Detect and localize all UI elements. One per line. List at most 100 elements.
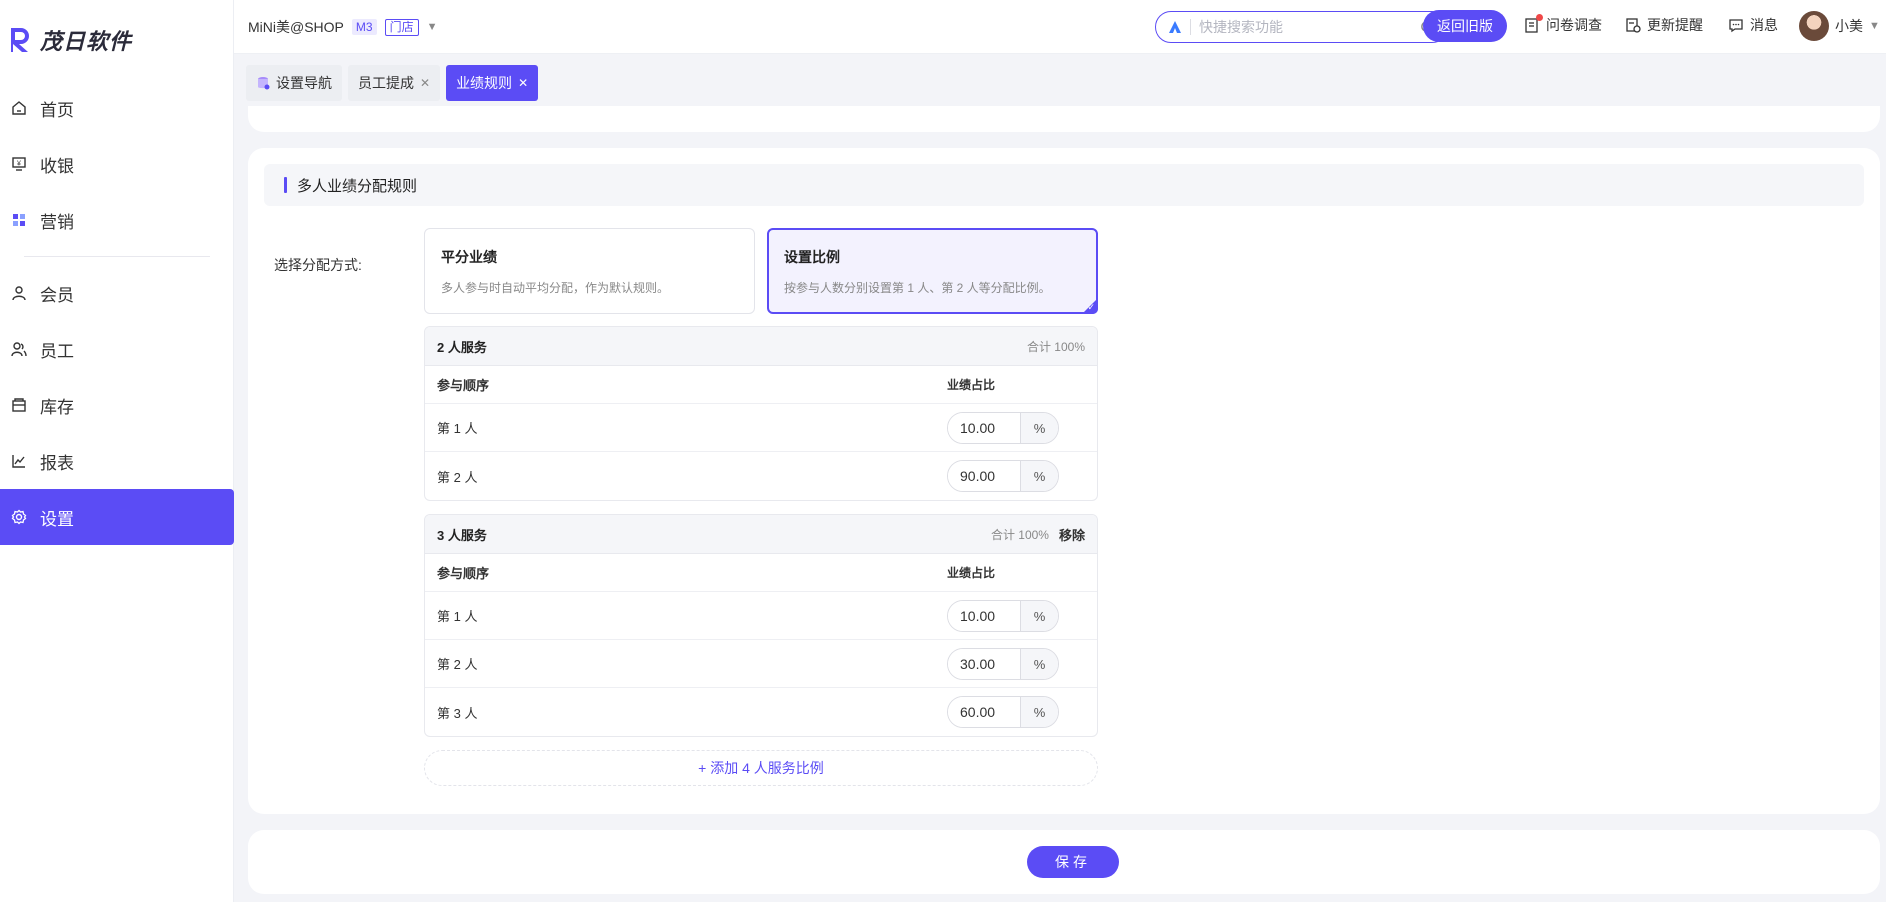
sidebar-item-report[interactable]: 报表 [0,433,234,489]
sidebar-item-member[interactable]: 会员 [0,265,234,321]
shop-switcher[interactable]: MiNi美@SHOP M3 门店 ▼ [248,17,437,37]
ratio-input[interactable] [948,601,1020,631]
sidebar-item-inventory[interactable]: 库存 [0,377,234,433]
row-label: 第 2 人 [437,469,478,485]
ratio-field: % [947,412,1059,444]
user-menu[interactable]: 小美 ▼ [1799,11,1880,41]
col-ratio-header: 业绩占比 [947,378,996,392]
remove-group-button[interactable]: 移除 [1059,525,1085,544]
table-row: 第 1 人 % [425,592,1097,640]
ratio-group-3: 3 人服务 合计 100% 移除 参与顺序 业绩占比 第 1 人 % 第 2 人… [424,514,1098,737]
sidebar-item-label: 员工 [40,341,74,361]
multi-person-rule-card: 多人业绩分配规则 选择分配方式: 平分业绩 多人参与时自动平均分配，作为默认规则… [248,148,1880,814]
updates-link[interactable]: 更新提醒 [1625,15,1703,35]
section-accent-bar [284,177,287,193]
logo-icon [11,28,29,52]
group-header: 2 人服务 合计 100% [425,327,1097,366]
survey-link[interactable]: 问卷调查 [1524,14,1602,35]
row-label: 第 3 人 [437,705,478,721]
update-reminder-icon [1626,18,1641,33]
chevron-down-icon[interactable]: ▼ [427,21,438,33]
page-tabs: 设置导航 员工提成 ✕ 业绩规则 ✕ [246,65,539,101]
option-set-ratio[interactable]: 设置比例 按参与人数分别设置第 1 人、第 2 人等分配比例。 ✓ [767,228,1098,314]
logo[interactable]: 茂日软件 [8,24,132,56]
shop-name: MiNi美@SHOP [248,19,344,35]
survey-icon [1524,14,1543,33]
previous-card [248,106,1880,132]
method-label: 选择分配方式: [274,257,362,273]
logo-text: 茂日软件 [40,29,133,54]
marketing-icon [10,211,28,229]
member-icon [10,284,28,302]
ratio-input[interactable] [948,649,1020,679]
sidebar-item-settings[interactable]: 设置 [0,489,234,545]
check-icon: ✓ [1087,302,1095,312]
sidebar-item-label: 库存 [40,397,74,417]
tab-settings-nav[interactable]: 设置导航 [246,65,342,101]
row-label: 第 1 人 [437,609,478,624]
close-icon[interactable]: ✕ [420,76,430,90]
chevron-down-icon: ▼ [1869,20,1880,32]
table-row: 第 2 人 % [425,452,1097,500]
inventory-icon [10,396,28,414]
messages-label: 消息 [1750,17,1778,33]
table-row: 第 2 人 % [425,640,1097,688]
ratio-input[interactable] [948,461,1020,491]
ratio-field: % [947,460,1059,492]
avatar [1799,11,1829,41]
add-ratio-group-button[interactable]: + 添加 4 人服务比例 [424,750,1098,786]
tab-performance-rules[interactable]: 业绩规则 ✕ [446,65,539,101]
table-header-row: 参与顺序 业绩占比 [425,554,1097,592]
notification-dot [1536,14,1543,21]
ratio-input[interactable] [948,413,1020,443]
home-icon [10,99,28,117]
message-icon [1729,19,1743,33]
table-row: 第 3 人 % [425,688,1097,736]
save-bar: 保存 [248,830,1880,894]
settings-icon [10,508,28,526]
search-brand-icon [1169,21,1181,33]
plan-badge: M3 [351,19,377,35]
percent-unit: % [1020,601,1058,631]
percent-unit: % [1020,461,1058,491]
save-button[interactable]: 保存 [1027,846,1119,878]
row-label: 第 2 人 [437,657,478,672]
option-desc: 按参与人数分别设置第 1 人、第 2 人等分配比例。 [784,281,1051,295]
ratio-field: % [947,696,1059,728]
close-icon[interactable]: ✕ [518,76,528,90]
sidebar-item-cashier[interactable]: ¥ 收银 [0,136,234,192]
ratio-group-2: 2 人服务 合计 100% 参与顺序 业绩占比 第 1 人 % 第 2 人 % [424,326,1098,501]
svg-text:¥: ¥ [17,161,21,168]
ratio-input[interactable] [948,697,1020,727]
top-bar: MiNi美@SHOP M3 门店 ▼ 返回旧版 问卷调查 更新提醒 消息 小美 … [234,0,1886,54]
sidebar-item-label: 收银 [40,156,74,176]
percent-unit: % [1020,649,1058,679]
database-icon [258,77,270,90]
ratio-field: % [947,648,1059,680]
sidebar-item-home[interactable]: 首页 [0,80,234,136]
group-sum: 合计 100% [1026,339,1085,354]
row-label: 第 1 人 [437,421,478,436]
section-header: 多人业绩分配规则 [264,164,1864,206]
sidebar-item-label: 会员 [40,285,74,305]
search-input[interactable] [1199,19,1412,35]
group-title: 2 人服务 [437,339,487,355]
cashier-icon: ¥ [10,155,28,173]
table-header-row: 参与顺序 业绩占比 [425,366,1097,404]
search-box[interactable] [1155,11,1448,43]
staff-icon [10,340,28,358]
group-title: 3 人服务 [437,527,487,543]
col-order-header: 参与顺序 [437,566,490,581]
sidebar-item-label: 设置 [40,509,74,529]
sidebar-divider [24,256,210,257]
tab-staff-commission[interactable]: 员工提成 ✕ [348,65,441,101]
store-badge: 门店 [384,18,419,36]
option-equal-split[interactable]: 平分业绩 多人参与时自动平均分配，作为默认规则。 [424,228,755,314]
sidebar-item-marketing[interactable]: 营销 [0,192,234,248]
return-old-version-button[interactable]: 返回旧版 [1423,10,1507,42]
sidebar-item-staff[interactable]: 员工 [0,321,234,377]
percent-unit: % [1020,697,1058,727]
messages-link[interactable]: 消息 [1728,15,1778,35]
table-row: 第 1 人 % [425,404,1097,452]
group-header: 3 人服务 合计 100% 移除 [425,515,1097,554]
